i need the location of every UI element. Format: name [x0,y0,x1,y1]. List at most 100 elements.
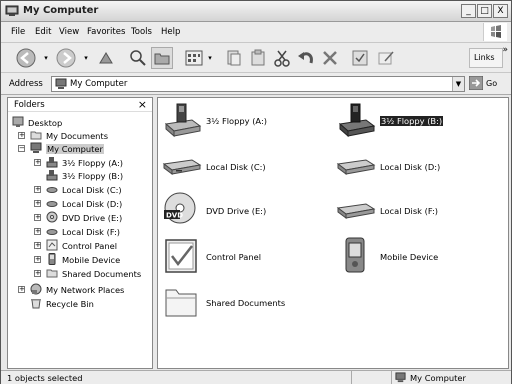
forward-icon[interactable] [55,47,77,69]
item-floppy-b[interactable]: 3½ Floppy (B:) [336,100,506,140]
expand-icon[interactable]: + [34,228,41,235]
tree-item-network-places[interactable]: + My Network Places [18,283,152,296]
item-mobile-device[interactable]: Mobile Device [336,236,506,276]
control-panel-icon [46,239,58,251]
expand-icon[interactable]: + [34,186,41,193]
tree-item-dvd-e[interactable]: + DVD Drive (E:) [34,211,152,224]
folders-header: Folders × [8,98,152,112]
disk-icon [46,201,58,207]
expand-icon[interactable]: + [18,286,25,293]
item-local-d[interactable]: Local Disk (D:) [336,146,506,186]
tree-label: 3½ Floppy (B:) [62,171,124,181]
tree-item-my-documents[interactable]: + My Documents [18,129,152,142]
search-icon[interactable] [127,47,149,69]
item-label: Local Disk (F:) [380,206,438,216]
menu-favorites[interactable]: Favorites [87,27,125,37]
disk-icon [46,187,58,193]
expand-icon[interactable]: + [34,270,41,277]
dvd-icon [46,211,58,223]
content-pane: 3½ Floppy (A:) 3½ Floppy (B:) Local Disk… [157,97,509,369]
tree-item-local-f[interactable]: + Local Disk (F:) [34,225,152,238]
tree-item-mobile-device[interactable]: + Mobile Device [34,253,152,266]
item-local-f[interactable]: Local Disk (F:) [336,190,506,230]
move-to-icon[interactable] [247,47,269,69]
tree-item-shared-documents[interactable]: + Shared Documents [34,267,152,280]
recycle-bin-icon [31,299,41,309]
tree-item-control-panel[interactable]: + Control Panel [34,239,152,252]
item-control-panel[interactable]: Control Panel [162,236,312,276]
status-location: My Computer [391,371,507,384]
close-icon[interactable]: × [138,98,147,111]
expand-icon[interactable]: + [34,256,41,263]
expand-icon[interactable]: + [34,200,41,207]
links-button[interactable]: Links » [469,45,508,68]
title-bar[interactable]: My Computer _ □ X [1,1,511,22]
status-bar: 1 objects selected My Computer [1,370,511,384]
expand-icon[interactable]: + [34,242,41,249]
folder-icon [46,269,58,278]
links-label: Links [474,53,495,62]
menu-view[interactable]: View [59,27,79,37]
tree-item-floppy-a[interactable]: + 3½ Floppy (A:) [34,156,152,169]
tree-label: My Computer [46,144,104,154]
tree-label: Control Panel [62,241,118,251]
item-label: Control Panel [206,252,262,262]
menu-help[interactable]: Help [161,27,180,37]
undo-icon[interactable] [295,47,317,69]
folder-icon [165,289,197,317]
copy-to-icon[interactable] [223,47,245,69]
floppy-icon [46,170,58,181]
rename-icon[interactable] [375,47,397,69]
dvd-icon: DVD [164,192,196,224]
item-local-c[interactable]: Local Disk (C:) [162,146,312,186]
item-floppy-a[interactable]: 3½ Floppy (A:) [162,100,312,140]
tree-item-recycle-bin[interactable]: Recycle Bin [30,297,152,310]
maximize-button[interactable]: □ [477,4,492,18]
tree-label: Local Disk (F:) [62,227,120,237]
menu-edit[interactable]: Edit [35,27,51,37]
floppy-icon [46,157,58,168]
menu-file[interactable]: File [11,27,25,37]
tree-label: 3½ Floppy (A:) [62,158,123,168]
computer-icon [395,372,406,383]
chevron-down-icon[interactable]: ▾ [205,47,215,69]
computer-icon [30,142,42,153]
address-input[interactable]: My Computer ▼ [51,76,465,92]
floppy-icon [338,103,376,138]
go-button[interactable]: Go [469,76,507,92]
svg-text:DVD: DVD [166,212,183,220]
menu-tools[interactable]: Tools [131,27,152,37]
item-label: 3½ Floppy (A:) [206,116,267,126]
chevron-down-icon[interactable]: ▼ [452,77,464,91]
minimize-button[interactable]: _ [461,4,476,18]
folders-icon[interactable] [151,47,173,69]
collapse-icon[interactable]: − [18,145,25,152]
item-label: Local Disk (D:) [380,162,441,172]
tree-label: Recycle Bin [46,299,94,309]
tree-label: My Documents [46,131,109,141]
expand-icon[interactable]: + [34,214,41,221]
control-panel-icon [165,239,197,273]
tree-item-desktop[interactable]: Desktop [12,116,152,129]
close-button[interactable]: X [493,4,508,18]
cut-icon[interactable] [271,47,293,69]
computer-icon [5,5,19,16]
item-label: Shared Documents [206,298,286,308]
expand-icon[interactable]: + [18,132,25,139]
floppy-icon [164,103,202,138]
tree-item-local-d[interactable]: + Local Disk (D:) [34,197,152,210]
up-icon[interactable] [95,47,117,69]
tree-item-my-computer[interactable]: − My Computer [18,142,152,155]
chevron-down-icon[interactable]: ▾ [81,47,91,69]
views-icon[interactable] [183,47,205,69]
menu-bar: File Edit View Favorites Tools Help [1,22,511,43]
delete-icon[interactable] [319,47,341,69]
chevron-down-icon[interactable]: ▾ [41,47,51,69]
expand-icon[interactable]: + [34,159,41,166]
tree-item-local-c[interactable]: + Local Disk (C:) [34,183,152,196]
item-dvd-e[interactable]: DVD DVD Drive (E:) [162,190,312,230]
tree-item-floppy-b[interactable]: 3½ Floppy (B:) [34,169,152,182]
properties-icon[interactable] [349,47,371,69]
back-icon[interactable] [15,47,37,69]
item-shared-documents[interactable]: Shared Documents [162,282,312,322]
